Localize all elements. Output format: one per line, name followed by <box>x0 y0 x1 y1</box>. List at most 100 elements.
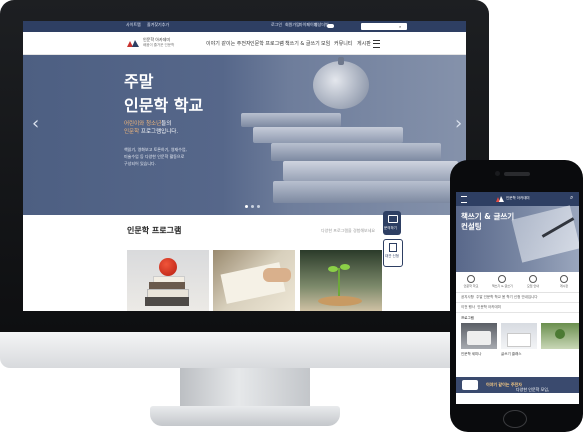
monitor-chin <box>0 332 489 368</box>
logo-icon[interactable] <box>496 195 504 202</box>
chat-icon <box>388 215 398 223</box>
inquiry-label: 문의하기 <box>384 226 397 230</box>
hero-desc-line: 미술수업 등 다양한 인문학 활동으로 <box>124 154 185 159</box>
phone-camera <box>495 171 500 176</box>
book-stack-image <box>283 161 458 181</box>
menu-icon[interactable] <box>373 40 380 48</box>
nav-item-community[interactable]: 커뮤니티 <box>334 40 352 47</box>
apple-image <box>313 61 369 109</box>
nav-item-board[interactable]: 게시판 <box>357 40 371 47</box>
mobile-program-card-1[interactable] <box>461 323 497 349</box>
sprout-image <box>338 268 340 296</box>
phone-speaker <box>504 172 530 176</box>
utility-bar: 사이트맵 즐겨찾기추가 로그인 회원가입 마이페이지 영상더빙 ⌕ <box>23 21 466 32</box>
hero-desc-line: 책읽기, 영화보고 토론하기, 영재수업, <box>124 147 187 152</box>
quick-item-meeting[interactable]: 모임 안내 <box>523 275 543 288</box>
event-label: 이전 행사 <box>461 305 475 309</box>
mobile-program-card-3[interactable] <box>541 323 579 349</box>
hand-image <box>263 268 291 282</box>
programs-more-link[interactable]: 다양한 프로그램을 경험해보세요 <box>321 228 375 234</box>
main-nav: 인문학 아카데미 배움이 즐거운 인문학 이야기 같이는 주전자 인문학 프로그… <box>23 32 466 55</box>
signup-link[interactable]: 회원가입 <box>285 22 300 28</box>
slider-dot-3[interactable] <box>257 205 260 208</box>
plant-image <box>555 329 565 339</box>
mobile-quick-menu: 인문학 학교 책쓰기 & 글쓰기 모임 안내 게시판 <box>456 272 579 293</box>
hero-desc-line: 구성되어 있습니다. <box>124 161 156 166</box>
divider <box>456 312 579 313</box>
desktop-screen: 사이트맵 즐겨찾기추가 로그인 회원가입 마이페이지 영상더빙 ⌕ 인문학 아카… <box>23 21 466 311</box>
notice-row[interactable]: 공지사항 주말 인문학 학교 봄 학기 신청 안내입니다 <box>461 295 538 300</box>
book-stack-image <box>271 143 441 161</box>
slider-dot-1[interactable] <box>245 205 248 208</box>
notebook-image <box>507 333 531 347</box>
phone-home-button[interactable] <box>503 410 527 428</box>
banner-prefix: 다양한 인문학 모임, <box>516 387 550 392</box>
mobile-screen: 인문학 아카데미 ⌕ 책쓰기 & 글쓰기 컨설팅 인문학 학교 책쓰기 & 글쓰… <box>456 192 579 404</box>
quick-item-board[interactable]: 게시판 <box>554 275 574 288</box>
camera-icon <box>529 275 537 283</box>
hero-subtitle2-highlight: 인문학 <box>124 129 140 135</box>
mobile-section-label: 프로그램 <box>461 316 474 320</box>
notice-text: 주말 인문학 학교 봄 학기 신청 안내입니다 <box>476 295 538 299</box>
banner-text: 다양한 인문학 모임, 이야기 같이는 주전자 <box>486 382 549 392</box>
login-link[interactable]: 로그인 <box>271 22 282 28</box>
programs-title: 인문학 프로그램 <box>127 226 182 235</box>
hero-subtitle-2: 인문학 프로그램입니다. <box>124 127 178 135</box>
nav-item-writing[interactable]: 책쓰기 & 글쓰기 <box>285 40 320 47</box>
nav-item-teapot[interactable]: 이야기 같이는 주전자 <box>206 40 251 47</box>
book-image <box>149 282 185 289</box>
event-row[interactable]: 이전 행사 인문학 아카데미 <box>461 305 501 310</box>
logo-icon[interactable] <box>126 38 140 48</box>
dubbing-toggle[interactable] <box>327 24 334 28</box>
book-stack-image <box>241 113 341 127</box>
clock-icon <box>467 275 475 283</box>
rental-label: 대관 신청 <box>385 254 399 258</box>
hero-slider: 주말 인문학 학교 어린이와 청소년들의 인문학 프로그램입니다. 책읽기, 영… <box>23 55 466 215</box>
hero-title-line1: 주말 <box>124 72 154 91</box>
quick-item-label: 모임 안내 <box>527 284 539 288</box>
book-stack-image <box>273 181 458 203</box>
book-icon <box>498 275 506 283</box>
bookmark-link[interactable]: 즐겨찾기추가 <box>147 22 169 28</box>
book-image <box>145 297 189 306</box>
divider <box>456 302 579 303</box>
slider-dot-2[interactable] <box>251 205 254 208</box>
menu-icon[interactable] <box>461 196 467 203</box>
mobile-card-caption: 인문학 세미나 <box>461 352 482 356</box>
program-card-growth[interactable] <box>300 250 382 311</box>
sitemap-link[interactable]: 사이트맵 <box>126 22 141 28</box>
book-stack-image <box>253 127 403 143</box>
quick-item-school[interactable]: 인문학 학교 <box>461 275 481 288</box>
mobile-logo-text: 인문학 아카데미 <box>506 196 530 200</box>
program-card-reading[interactable] <box>213 250 295 311</box>
program-card-apple-books[interactable] <box>127 250 209 311</box>
quick-item-writing[interactable]: 책쓰기 & 글쓰기 <box>492 275 513 288</box>
mobile-program-card-2[interactable] <box>501 323 537 349</box>
quick-item-label: 책쓰기 & 글쓰기 <box>492 284 513 288</box>
document-icon <box>389 243 397 252</box>
logo-subtitle: 배움이 즐거운 인문학 <box>143 43 175 47</box>
apple-stem-image <box>338 57 344 65</box>
rental-button[interactable]: 대관 신청 <box>383 239 403 267</box>
search-icon[interactable]: ⌕ <box>399 24 401 29</box>
nav-item-meeting[interactable]: 모임 <box>321 40 330 47</box>
mobile-banner[interactable]: 다양한 인문학 모임, 이야기 같이는 주전자 <box>456 377 579 393</box>
notice-label: 공지사항 <box>461 295 474 299</box>
laptop-image <box>467 331 491 345</box>
hero-title-line2: 인문학 학교 <box>124 96 204 115</box>
mobile-header: 인문학 아카데미 ⌕ <box>456 192 579 206</box>
clipboard-icon <box>560 275 568 283</box>
nav-item-programs[interactable]: 인문학 프로그램 <box>250 40 284 47</box>
leaf-image <box>328 266 338 272</box>
slider-prev-button[interactable]: ‹ <box>32 113 39 134</box>
quick-item-label: 게시판 <box>559 284 569 288</box>
hero-subtitle2-suffix: 프로그램입니다. <box>139 129 179 135</box>
slider-next-button[interactable]: › <box>455 113 462 134</box>
leaf-image <box>340 264 350 270</box>
inquiry-button[interactable]: 문의하기 <box>383 211 401 235</box>
quick-item-label: 인문학 학교 <box>463 284 479 288</box>
mobile-hero-title-line2: 컨설팅 <box>461 222 482 231</box>
hero-subtitle: 어린이와 청소년들의 <box>124 119 171 127</box>
search-icon[interactable]: ⌕ <box>570 194 573 202</box>
apple-image <box>159 258 177 276</box>
